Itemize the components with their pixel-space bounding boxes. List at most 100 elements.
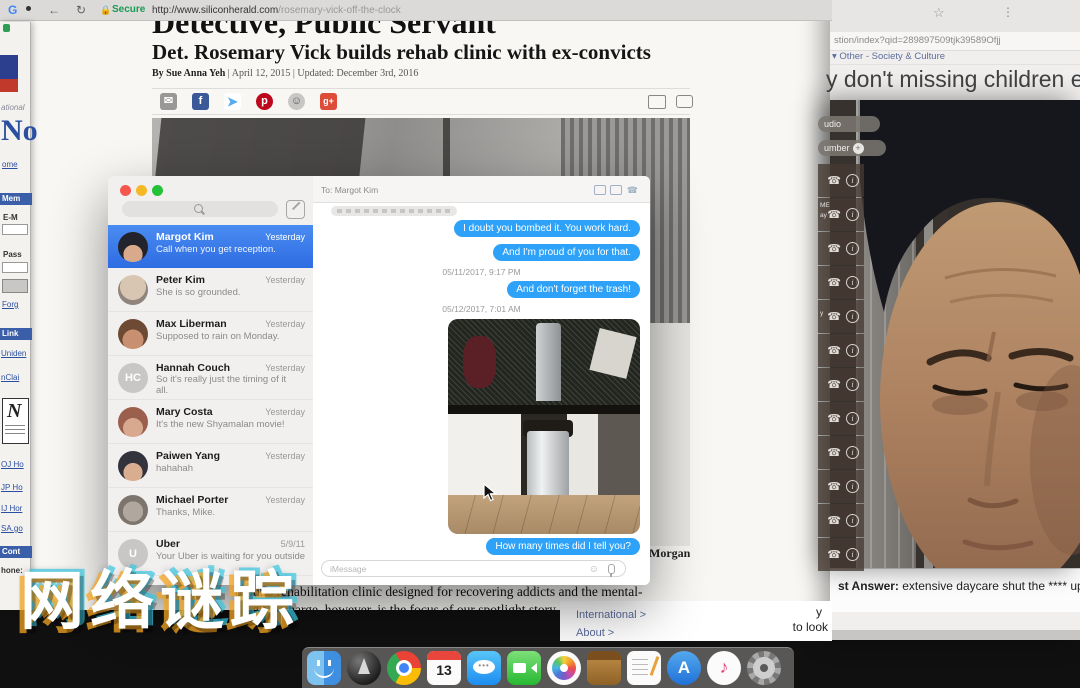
phone-icon[interactable]: ☎ [627, 185, 638, 196]
info-icon[interactable]: i [846, 446, 859, 459]
answers-address-bar[interactable]: stion/index?qid=289897509tjk39589Ofjj [830, 32, 1080, 51]
finder-icon[interactable] [307, 651, 341, 685]
search-icon [194, 204, 203, 213]
conversation-peter-kim[interactable]: Peter Kim Yesterday She is so grounded. [108, 268, 313, 312]
phone-call-icon[interactable]: ☎ [827, 446, 841, 459]
close-button[interactable] [120, 185, 131, 196]
notes-icon[interactable] [587, 651, 621, 685]
international-link[interactable]: International > [576, 609, 646, 621]
login-button[interactable] [2, 279, 28, 293]
camera-icon[interactable] [610, 185, 622, 195]
itunes-icon[interactable] [707, 651, 741, 685]
phone-call-icon[interactable]: ☎ [827, 412, 841, 425]
conversation-time: Yesterday [265, 407, 305, 417]
conversation-mary-costa[interactable]: Mary Costa Yesterday It's the new Shyama… [108, 400, 313, 444]
phone-call-icon[interactable]: ☎ [827, 514, 841, 527]
desktop: Detective, Public Servant Det. Rosemary … [0, 0, 1080, 688]
back-icon[interactable]: ← [48, 3, 60, 17]
secure-badge: Secure [112, 4, 145, 15]
imessage-input[interactable]: iMessage ☺ [321, 560, 626, 577]
about-link[interactable]: About > [576, 627, 614, 639]
unclaimed-link[interactable]: nClai [1, 373, 31, 382]
facebook-icon[interactable]: f [192, 93, 209, 110]
bookmark-star-icon[interactable]: ☆ [933, 5, 945, 21]
phone-call-icon[interactable]: ☎ [827, 174, 841, 187]
forgot-link[interactable]: Forg [2, 300, 32, 309]
info-icon[interactable]: i [846, 514, 859, 527]
system-preferences-icon[interactable] [747, 651, 781, 685]
movie-title-watermark: 网络谜踪 [20, 550, 300, 642]
answers-breadcrumb[interactable]: ▾ Other - Society & Culture [830, 50, 1080, 65]
nij-logo: N [2, 398, 29, 444]
conversation-max-liberman[interactable]: Max Liberman Yesterday Supposed to rain … [108, 312, 313, 356]
minimize-button[interactable] [136, 185, 147, 196]
microphone-icon[interactable] [608, 564, 615, 574]
share-icon[interactable] [594, 185, 606, 195]
phone-call-icon[interactable]: ☎ [827, 276, 841, 289]
phone-call-icon[interactable]: ☎ [827, 242, 841, 255]
phone-call-icon[interactable]: ☎ [827, 310, 841, 323]
pinterest-icon[interactable]: p [256, 93, 273, 110]
usagov-link[interactable]: SA.go [1, 524, 31, 533]
messages-icon[interactable] [467, 651, 501, 685]
message-thread: To: Margot Kim ☎ I doubt you bombed it. … [313, 176, 650, 585]
photos-icon[interactable] [547, 651, 581, 685]
address-bar[interactable]: http://www.siliconherald.com/rosemary-vi… [152, 5, 401, 16]
tab-dot-icon[interactable] [26, 6, 31, 11]
add-number-button[interactable]: umber+ [818, 140, 886, 156]
info-icon[interactable]: i [846, 174, 859, 187]
reddit-icon[interactable]: ☺ [288, 93, 305, 110]
info-icon[interactable]: i [846, 344, 859, 357]
conversation-name: Uber [156, 538, 180, 550]
site-logo-flag-blue [0, 55, 18, 79]
textedit-icon[interactable] [627, 651, 661, 685]
conversation-paiwen-yang[interactable]: Paiwen Yang Yesterday hahahah [108, 444, 313, 488]
emoji-icon[interactable]: ☺ [589, 564, 599, 575]
phone-call-icon[interactable]: ☎ [827, 480, 841, 493]
nav-home-link[interactable]: ome [2, 160, 32, 169]
phone-call-icon[interactable]: ☎ [827, 378, 841, 391]
conversation-michael-porter[interactable]: Michael Porter Yesterday Thanks, Mike. [108, 488, 313, 532]
menu-dots-icon[interactable]: ⋮ [1002, 5, 1014, 19]
byline-meta: | April 12, 2015 | Updated: December 3rd… [228, 68, 419, 79]
info-icon[interactable]: i [846, 548, 859, 561]
refresh-icon[interactable]: ↻ [76, 3, 86, 17]
phone-call-icon[interactable]: ☎ [827, 344, 841, 357]
search-input[interactable] [122, 201, 278, 217]
best-answer-text: extensive daycare shut the **** up [899, 579, 1080, 593]
audio-call-button[interactable]: udio [818, 116, 880, 132]
app-store-icon[interactable] [667, 651, 701, 685]
password-field[interactable] [2, 262, 28, 273]
chrome-icon[interactable] [387, 651, 421, 685]
email-icon[interactable]: ✉ [160, 93, 177, 110]
calendar-icon[interactable]: 13 [427, 651, 461, 685]
unidentified-link[interactable]: Uniden [1, 349, 31, 358]
zoom-button[interactable] [152, 185, 163, 196]
launchpad-icon[interactable] [347, 651, 381, 685]
info-icon[interactable]: i [846, 412, 859, 425]
sent-photo-trash-can[interactable] [448, 319, 640, 534]
phone-call-icon[interactable]: ☎ [827, 208, 841, 221]
info-icon[interactable]: i [846, 480, 859, 493]
info-icon[interactable]: i [846, 242, 859, 255]
info-icon[interactable]: i [846, 310, 859, 323]
doj-home-link[interactable]: OJ Ho [1, 460, 31, 469]
info-icon[interactable]: i [846, 208, 859, 221]
facetime-icon[interactable] [507, 651, 541, 685]
conversation-hannah-couch[interactable]: HC Hannah Couch Yesterday So it's really… [108, 356, 313, 400]
phone-call-icon[interactable]: ☎ [827, 548, 841, 561]
plus-icon[interactable]: + [853, 143, 864, 154]
call-row: ☎i [818, 470, 864, 503]
info-icon[interactable]: i [846, 378, 859, 391]
compose-button[interactable] [286, 200, 305, 219]
ojp-home-link[interactable]: JP Ho [1, 483, 31, 492]
printer-icon[interactable] [648, 95, 666, 109]
nij-home-link[interactable]: IJ Hor [1, 504, 31, 513]
comments-icon[interactable] [676, 95, 693, 108]
tab-favicon[interactable]: G [8, 3, 17, 17]
email-field[interactable] [2, 224, 28, 235]
twitter-icon[interactable]: ➤ [224, 93, 241, 110]
googleplus-icon[interactable]: g+ [320, 93, 337, 110]
info-icon[interactable]: i [846, 276, 859, 289]
conversation-margot-kim[interactable]: Margot Kim Yesterday Call when you get r… [108, 225, 313, 268]
